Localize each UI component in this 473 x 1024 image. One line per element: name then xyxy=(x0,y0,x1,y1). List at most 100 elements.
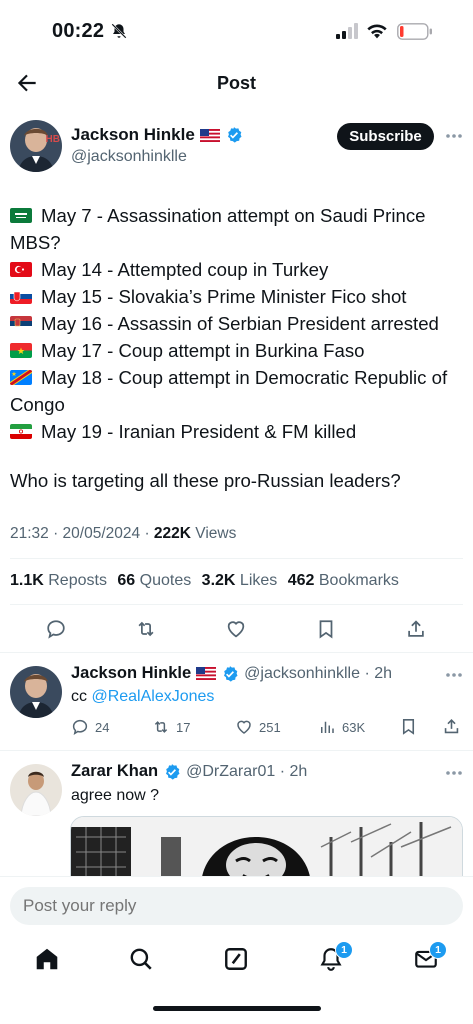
share-icon[interactable] xyxy=(442,717,461,736)
divider xyxy=(0,750,473,751)
divider xyxy=(10,558,463,559)
verified-badge-icon[interactable] xyxy=(163,763,181,781)
tweet-line: May 14 - Attempted coup in Turkey xyxy=(10,256,466,283)
tweet-line-text: May 15 - Slovakia’s Prime Minister Fico … xyxy=(41,286,407,307)
more-options-icon[interactable] xyxy=(445,770,463,776)
us-flag-icon xyxy=(196,667,217,680)
battery-icon xyxy=(397,23,432,40)
page-title: Post xyxy=(216,73,256,93)
views-count: 222K xyxy=(153,525,191,542)
views-label: Views xyxy=(190,525,237,542)
wifi-icon xyxy=(367,24,387,39)
reply-like-action[interactable]: 251 xyxy=(235,718,281,736)
reply-header: Zarar Khan @DrZarar01 · 2h xyxy=(71,762,307,781)
verified-badge-icon[interactable] xyxy=(225,126,243,144)
reply-text: cc @RealAlexJones xyxy=(71,688,214,706)
reply-repost-action[interactable]: 17 xyxy=(152,718,190,736)
reply-icon[interactable] xyxy=(45,618,67,640)
tweet-line-text: May 18 - Coup attempt in Democratic Repu… xyxy=(10,367,448,415)
likes-count: 3.2K xyxy=(201,572,236,589)
reply-author-name[interactable]: Jackson Hinkle xyxy=(71,664,191,683)
grok-icon[interactable] xyxy=(223,946,249,972)
status-bar: 00:22 xyxy=(0,0,473,62)
reply-author-avatar[interactable] xyxy=(10,666,62,718)
repost-count: 17 xyxy=(176,719,191,735)
tweet-line-text: May 7 - Assassination attempt on Saudi P… xyxy=(10,205,426,253)
slovakia-flag-icon xyxy=(10,289,32,304)
engagement-stats: 1.1K Reposts 66 Quotes 3.2K Likes 462 Bo… xyxy=(10,572,405,590)
iran-flag-icon xyxy=(10,424,32,439)
reply-icon xyxy=(72,719,88,735)
saudi-flag-icon xyxy=(10,208,32,223)
share-icon[interactable] xyxy=(405,618,427,640)
messages-badge: 1 xyxy=(429,941,447,959)
views-chart-icon xyxy=(321,721,334,733)
reply-author-handle[interactable]: @jacksonhinklle · 2h xyxy=(244,665,392,683)
reply-composer xyxy=(0,876,473,936)
tweet-line-text: May 16 - Assassin of Serbian President a… xyxy=(41,313,439,334)
subscribe-button[interactable]: Subscribe xyxy=(337,123,434,150)
home-indicator xyxy=(153,1006,321,1011)
like-count: 251 xyxy=(259,719,281,735)
search-icon[interactable] xyxy=(128,946,154,972)
views-count: 63K xyxy=(342,719,366,735)
author-name[interactable]: Jackson Hinkle xyxy=(71,125,195,145)
tweet-line: May 15 - Slovakia’s Prime Minister Fico … xyxy=(10,283,466,310)
tweet-line: May 19 - Iranian President & FM killed xyxy=(10,418,466,445)
reply-text: agree now ? xyxy=(71,787,160,804)
bookmark-icon[interactable] xyxy=(315,618,337,640)
mention-link[interactable]: @RealAlexJones xyxy=(91,688,214,705)
reply-text-prefix: cc xyxy=(71,688,92,705)
author-name-row: Jackson Hinkle xyxy=(71,125,243,145)
tweet-text: May 7 - Assassination attempt on Saudi P… xyxy=(10,202,466,445)
bell-off-icon xyxy=(111,23,127,39)
tweet-line: May 18 - Coup attempt in Democratic Repu… xyxy=(10,364,466,418)
verified-badge-icon[interactable] xyxy=(221,665,239,683)
tweet-line: May 7 - Assassination attempt on Saudi P… xyxy=(10,202,466,256)
serbia-flag-icon xyxy=(10,316,32,331)
tweet-timestamp[interactable]: 21:32 · 20/05/2024 · xyxy=(10,525,154,542)
bookmarks-count: 462 xyxy=(287,572,315,589)
reply-author-handle[interactable]: @DrZarar01 · 2h xyxy=(186,763,307,781)
more-options-icon[interactable] xyxy=(445,672,463,678)
tweet-line-text: May 19 - Iranian President & FM killed xyxy=(41,421,357,442)
author-avatar[interactable]: HB xyxy=(10,120,62,172)
more-options-icon[interactable] xyxy=(445,133,463,139)
reply-header: Jackson Hinkle @jacksonhinklle · 2h xyxy=(71,664,392,683)
quotes-label: Quotes xyxy=(135,572,192,589)
repost-icon[interactable] xyxy=(135,618,157,640)
bookmarks-label: Bookmarks xyxy=(314,572,399,589)
tweet-line-text: May 17 - Coup attempt in Burkina Faso xyxy=(41,340,365,361)
bookmark-icon[interactable] xyxy=(399,717,418,736)
quotes-stat[interactable]: 66 Quotes xyxy=(117,572,191,589)
top-nav-bar: Post xyxy=(0,62,473,106)
tweet-line-text: May 14 - Attempted coup in Turkey xyxy=(41,259,329,280)
tweet-meta: 21:32 · 20/05/2024 · 222K Views xyxy=(10,525,236,543)
like-heart-icon xyxy=(237,720,251,734)
signal-icon xyxy=(336,23,358,39)
author-handle[interactable]: @jacksonhinklle xyxy=(71,148,187,166)
dr-congo-flag-icon xyxy=(10,370,32,385)
status-time: 00:22 xyxy=(52,20,105,42)
reply-reply-action[interactable]: 24 xyxy=(71,718,109,736)
tweet-question: Who is targeting all these pro-Russian l… xyxy=(10,470,401,491)
us-flag-icon xyxy=(199,128,220,142)
reply-author-name[interactable]: Zarar Khan xyxy=(71,762,158,781)
notifications-badge: 1 xyxy=(335,941,353,959)
reposts-stat[interactable]: 1.1K Reposts xyxy=(10,572,107,589)
reposts-count: 1.1K xyxy=(10,572,44,589)
reposts-label: Reposts xyxy=(43,572,107,589)
reply-views-action[interactable]: 63K xyxy=(318,718,365,736)
likes-stat[interactable]: 3.2K Likes xyxy=(202,572,278,589)
home-icon[interactable] xyxy=(34,946,60,972)
like-heart-icon[interactable] xyxy=(225,618,247,640)
quotes-count: 66 xyxy=(117,572,136,589)
reply-author-avatar[interactable] xyxy=(10,764,62,816)
avatar-badge: HB xyxy=(45,134,60,145)
repost-icon xyxy=(154,721,168,733)
tweet-line: May 16 - Assassin of Serbian President a… xyxy=(10,310,466,337)
bookmarks-stat[interactable]: 462 Bookmarks xyxy=(288,572,399,589)
reply-count: 24 xyxy=(95,719,110,735)
reply-input[interactable] xyxy=(10,887,463,925)
divider xyxy=(10,604,463,605)
